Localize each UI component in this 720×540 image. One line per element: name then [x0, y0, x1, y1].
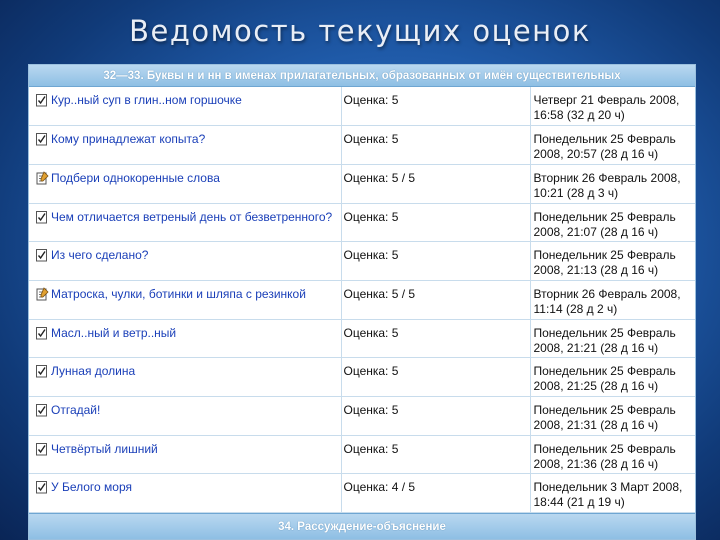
task-link[interactable]: Отгадай! [51, 403, 100, 417]
task-link[interactable]: Из чего сделано? [51, 248, 148, 262]
date-cell: Понедельник 25 Февраль 2008, 21:07 (28 д… [530, 203, 695, 243]
grade-cell: Оценка: 4 / 5 [341, 473, 531, 514]
task-link[interactable]: Кому принадлежат копыта? [51, 132, 205, 146]
checklist-icon [35, 210, 51, 224]
table-row: Масл..ный и ветр..ный Оценка: 5 Понедельни… [29, 319, 695, 359]
date-cell: Понедельник 25 Февраль 2008, 21:21 (28 д… [530, 319, 695, 359]
grade-cell: Оценка: 5 [341, 396, 531, 436]
table-row: У Белого моря Оценка: 4 / 5 Понедельник 3 … [29, 473, 695, 514]
task-link[interactable]: У Белого моря [51, 480, 132, 494]
table-row: Отгадай! Оценка: 5 Понедельник 25 Февраль … [29, 396, 695, 436]
checklist-icon [35, 132, 51, 146]
checklist-icon [35, 364, 51, 378]
next-section-header[interactable]: 34. Рассуждение-объяснение [29, 513, 695, 539]
checklist-icon [35, 326, 51, 340]
table-row: Кур..ный суп в глин..ном горшочке Оценка:… [29, 87, 695, 127]
grade-cell: Оценка: 5 / 5 [341, 280, 531, 320]
grade-cell: Оценка: 5 [341, 241, 531, 281]
date-cell: Понедельник 25 Февраль 2008, 21:13 (28 д… [530, 241, 695, 281]
grade-cell: Оценка: 5 [341, 435, 531, 475]
grades-table: Кур..ный суп в глин..ном горшочке Оценка:… [29, 87, 695, 514]
table-row: Лунная долина Оценка: 5 Понедельник 25 Фев… [29, 357, 695, 397]
grade-cell: Оценка: 5 [341, 357, 531, 397]
date-cell: Вторник 26 Февраль 2008, 10:21 (28 д 3 ч… [530, 164, 695, 204]
checklist-icon [35, 480, 51, 494]
table-row: Четвёртый лишний Оценка: 5 Понедельник 25 … [29, 435, 695, 475]
grades-sheet: 32—33. Буквы н и нн в именах прилагатель… [28, 64, 696, 540]
checklist-icon [35, 442, 51, 456]
table-row: Кому принадлежат копыта? Оценка: 5 Понедел… [29, 125, 695, 165]
grade-cell: Оценка: 5 [341, 125, 531, 165]
checklist-icon [35, 248, 51, 262]
section-header: 32—33. Буквы н и нн в именах прилагатель… [29, 65, 695, 87]
task-link[interactable]: Матроска, чулки, ботинки и шляпа с резин… [51, 287, 306, 301]
table-row: Чем отличается ветреный день от безветре… [29, 203, 695, 243]
task-link[interactable]: Кур..ный суп в глин..ном горшочке [51, 93, 242, 107]
task-link[interactable]: Лунная долина [51, 364, 135, 378]
grade-cell: Оценка: 5 / 5 [341, 164, 531, 204]
date-cell: Понедельник 25 Февраль 2008, 20:57 (28 д… [530, 125, 695, 165]
task-link[interactable]: Чем отличается ветреный день от безветре… [51, 210, 332, 224]
date-cell: Вторник 26 Февраль 2008, 11:14 (28 д 2 ч… [530, 280, 695, 320]
date-cell: Понедельник 25 Февраль 2008, 21:36 (28 д… [530, 435, 695, 475]
task-link[interactable]: Подбери однокоренные слова [51, 171, 220, 185]
table-row: Из чего сделано? Оценка: 5 Понедельник 25 … [29, 241, 695, 281]
grade-cell: Оценка: 5 [341, 87, 531, 127]
checklist-icon [35, 93, 51, 107]
assignment-icon [35, 171, 51, 185]
date-cell: Понедельник 25 Февраль 2008, 21:31 (28 д… [530, 396, 695, 436]
date-cell: Понедельник 25 Февраль 2008, 21:25 (28 д… [530, 357, 695, 397]
slide-title: Ведомость текущих оценок [129, 14, 591, 48]
grade-cell: Оценка: 5 [341, 319, 531, 359]
checklist-icon [35, 403, 51, 417]
assignment-icon [35, 287, 51, 301]
date-cell: Четверг 21 Февраль 2008, 16:58 (32 д 20 … [530, 87, 695, 127]
table-row: Матроска, чулки, ботинки и шляпа с резин… [29, 280, 695, 320]
task-link[interactable]: Масл..ный и ветр..ный [51, 326, 176, 340]
grade-cell: Оценка: 5 [341, 203, 531, 243]
task-link[interactable]: Четвёртый лишний [51, 442, 158, 456]
date-cell: Понедельник 3 Март 2008, 18:44 (21 д 19 … [530, 473, 695, 514]
table-row: Подбери однокоренные слова Оценка: 5 / 5В… [29, 164, 695, 204]
